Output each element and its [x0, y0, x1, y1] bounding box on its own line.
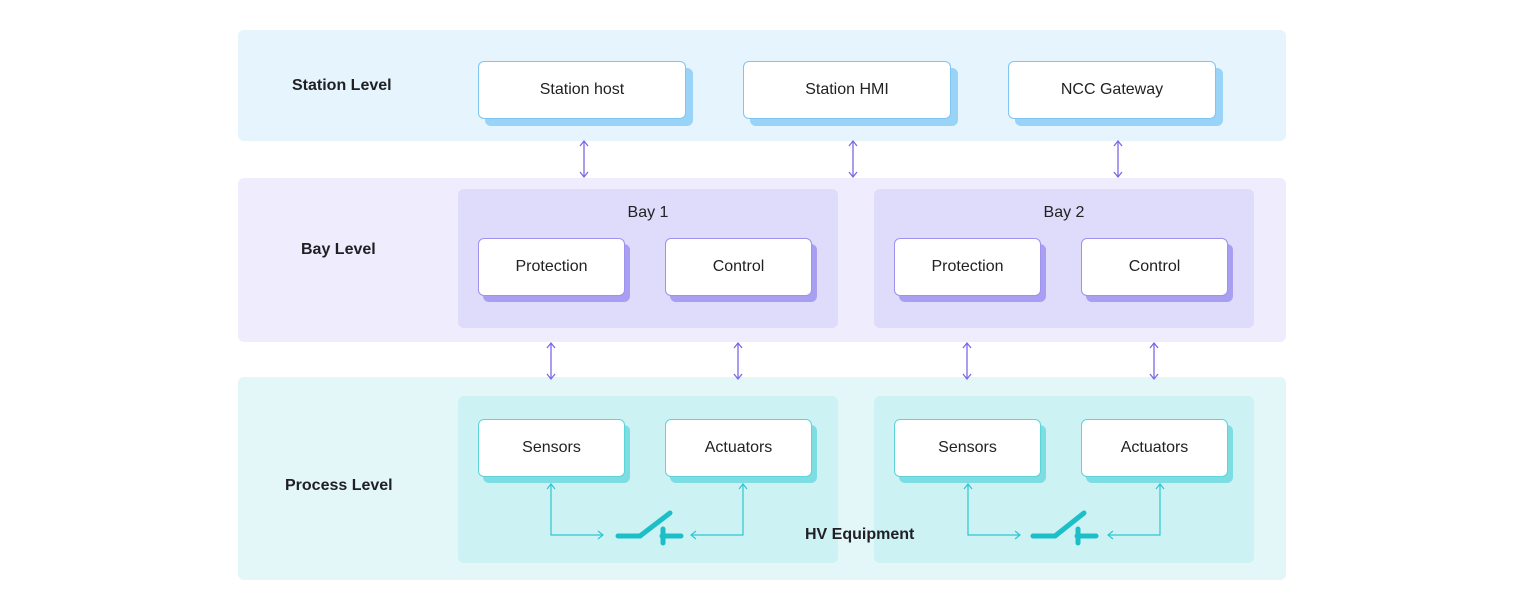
group-1-actuators-node[interactable]: Actuators: [665, 419, 812, 477]
bay-level-label: Bay Level: [301, 241, 376, 258]
bay-2-protection-node[interactable]: Protection: [894, 238, 1041, 296]
station-hmi-node[interactable]: Station HMI: [743, 61, 951, 119]
bay-2-title: Bay 2: [1043, 204, 1085, 221]
bay-2-control-node[interactable]: Control: [1081, 238, 1228, 296]
double-arrow-icon: [579, 140, 589, 178]
group-1-sensors-node[interactable]: Sensors: [478, 419, 625, 477]
bay-1-protection-node[interactable]: Protection: [478, 238, 625, 296]
process-level-label: Process Level: [285, 477, 393, 494]
hv-equipment-label: HV Equipment: [805, 526, 915, 543]
group-2-sensors-node[interactable]: Sensors: [894, 419, 1041, 477]
double-arrow-icon: [1149, 342, 1159, 380]
bay-1-control-node[interactable]: Control: [665, 238, 812, 296]
bay-1-title: Bay 1: [627, 204, 669, 221]
double-arrow-icon: [546, 342, 556, 380]
group-2-actuators-node[interactable]: Actuators: [1081, 419, 1228, 477]
station-host-node[interactable]: Station host: [478, 61, 686, 119]
station-level-label: Station Level: [292, 77, 392, 94]
double-arrow-icon: [962, 342, 972, 380]
double-arrow-icon: [733, 342, 743, 380]
double-arrow-icon: [848, 140, 858, 178]
ncc-gateway-node[interactable]: NCC Gateway: [1008, 61, 1216, 119]
double-arrow-icon: [1113, 140, 1123, 178]
